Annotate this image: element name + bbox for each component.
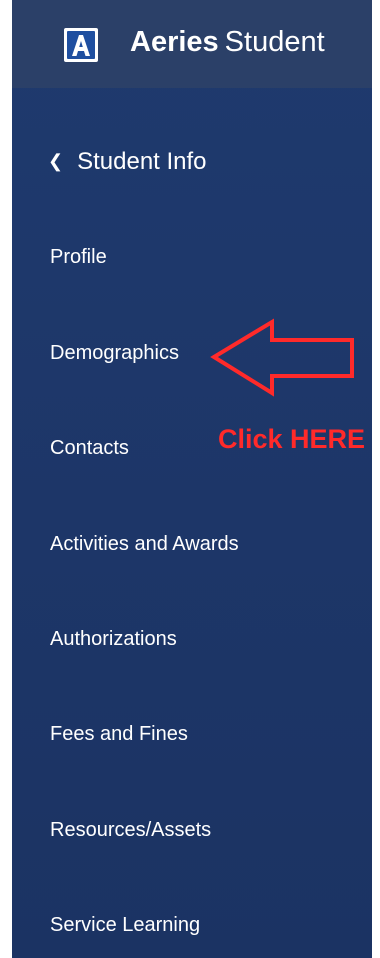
brand-name: Aeries bbox=[130, 26, 219, 58]
app-header: Aeries Student bbox=[12, 0, 372, 88]
app-title[interactable]: Aeries Student bbox=[130, 26, 325, 59]
annotation-label: Click HERE bbox=[218, 424, 366, 454]
sidebar: Aeries Student ❮ Student Info Profile Demo… bbox=[12, 0, 372, 958]
chevron-left-icon: ❮ bbox=[48, 151, 64, 171]
back-to-student-info-link[interactable]: ❮ Student Info bbox=[48, 148, 207, 176]
logo-background bbox=[67, 31, 95, 59]
sidebar-item-profile[interactable]: Profile bbox=[50, 246, 107, 269]
logo-letter-a-icon bbox=[72, 35, 90, 56]
sidebar-item-activities-and-awards[interactable]: Activities and Awards bbox=[50, 533, 239, 556]
red-arrow-icon bbox=[210, 318, 354, 397]
sidebar-item-demographics[interactable]: Demographics bbox=[50, 342, 179, 365]
sidebar-item-authorizations[interactable]: Authorizations bbox=[50, 628, 177, 651]
aeries-logo-icon[interactable] bbox=[64, 28, 98, 62]
sidebar-item-contacts[interactable]: Contacts bbox=[50, 437, 129, 460]
sidebar-item-resources-assets[interactable]: Resources/Assets bbox=[50, 819, 211, 842]
sidebar-item-fees-and-fines[interactable]: Fees and Fines bbox=[50, 723, 188, 746]
sidebar-item-service-learning[interactable]: Service Learning bbox=[50, 914, 200, 937]
back-label: Student Info bbox=[77, 148, 207, 175]
brand-product: Student bbox=[224, 26, 325, 58]
